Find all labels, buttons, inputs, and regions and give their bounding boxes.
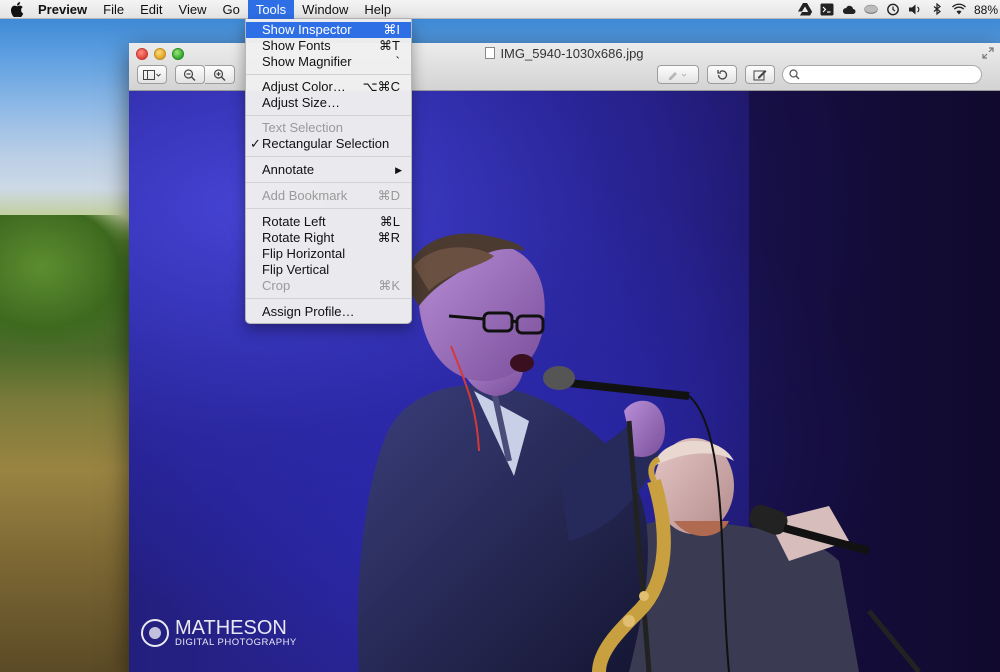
drive-disk-icon[interactable] [860, 0, 882, 19]
menu-item-label: Rotate Left [262, 214, 326, 229]
menu-item-annotate[interactable]: Annotate ▶ [246, 162, 411, 178]
menu-item-label: Text Selection [262, 120, 343, 135]
apple-menu-icon[interactable] [0, 0, 34, 19]
camera-aperture-logo-icon [141, 618, 169, 647]
time-machine-icon[interactable] [882, 0, 904, 19]
highlight-button[interactable] [657, 65, 699, 84]
menu-item-show-inspector[interactable]: Show Inspector ⌘I [246, 22, 411, 38]
search-input[interactable] [803, 67, 975, 82]
document-icon [485, 47, 496, 59]
menu-item-rectangular-selection[interactable]: ✓ Rectangular Selection [246, 136, 411, 152]
menu-separator [246, 115, 411, 116]
volume-icon[interactable] [904, 0, 926, 19]
menu-separator [246, 74, 411, 75]
google-drive-icon[interactable] [794, 0, 816, 19]
menu-window[interactable]: Window [294, 0, 356, 19]
menu-item-shortcut: ⌘L [379, 214, 400, 229]
menu-item-label: Adjust Size… [262, 95, 341, 110]
menu-item-label: Add Bookmark [262, 188, 348, 203]
menu-item-label: Assign Profile… [262, 304, 355, 319]
menu-separator [246, 156, 411, 157]
menu-item-crop: Crop ⌘K [246, 278, 411, 294]
menu-item-adjust-size[interactable]: Adjust Size… [246, 95, 411, 111]
battery-percentage[interactable]: 88% [970, 3, 1000, 17]
menu-bar: Preview File Edit View Go Tools Window H… [0, 0, 1000, 19]
menu-app-name[interactable]: Preview [34, 0, 95, 19]
window-title-text: IMG_5940-1030x686.jpg [500, 46, 644, 61]
menu-item-label: Rectangular Selection [262, 136, 390, 151]
menu-item-shortcut: ⌥⌘C [362, 79, 400, 94]
terminal-icon[interactable] [816, 0, 838, 19]
bluetooth-icon[interactable] [926, 0, 948, 19]
search-field[interactable] [782, 65, 982, 84]
menu-file[interactable]: File [95, 0, 132, 19]
menu-item-label: Show Magnifier [262, 54, 352, 69]
menu-item-shortcut: ⌘T [379, 38, 400, 53]
menu-item-flip-horizontal[interactable]: Flip Horizontal [246, 246, 411, 262]
menu-item-shortcut: ⌘R [377, 230, 400, 245]
cloud-icon[interactable] [838, 0, 860, 19]
menu-item-shortcut: ⌘K [378, 278, 400, 293]
menu-edit[interactable]: Edit [132, 0, 170, 19]
sidebar-view-button[interactable] [137, 65, 167, 84]
zoom-out-button[interactable] [175, 65, 205, 84]
watermark: MATHESON DIGITAL PHOTOGRAPHY [141, 618, 297, 648]
menu-item-label: Annotate [262, 162, 315, 177]
status-area: 88% [794, 0, 1000, 19]
tools-dropdown-menu: Show Inspector ⌘I Show Fonts ⌘T Show Mag… [245, 19, 412, 324]
watermark-name: MATHESON [175, 617, 287, 639]
menu-tools[interactable]: Tools [247, 0, 295, 19]
rotate-button[interactable] [707, 65, 737, 84]
menu-item-rotate-left[interactable]: Rotate Left ⌘L [246, 214, 411, 230]
menu-item-label: Flip Vertical [262, 262, 330, 277]
checkmark-icon: ✓ [250, 136, 261, 151]
menu-item-show-fonts[interactable]: Show Fonts ⌘T [246, 38, 411, 54]
zoom-in-button[interactable] [205, 65, 235, 84]
watermark-subtitle: DIGITAL PHOTOGRAPHY [175, 637, 297, 648]
menu-help[interactable]: Help [356, 0, 399, 19]
menu-item-label: Show Inspector [262, 22, 352, 37]
menu-item-label: Crop [262, 278, 291, 293]
menu-item-shortcut: ⌘I [383, 22, 400, 37]
wallpaper-hill [0, 215, 140, 345]
menu-separator [246, 298, 411, 299]
menu-item-shortcut: ` [395, 54, 400, 69]
submenu-arrow-icon: ▶ [395, 165, 402, 175]
menu-item-text-selection: Text Selection [246, 120, 411, 136]
menu-item-label: Flip Horizontal [262, 246, 346, 261]
menu-item-label: Adjust Color… [262, 79, 346, 94]
menu-item-assign-profile[interactable]: Assign Profile… [246, 304, 411, 320]
search-icon [789, 69, 800, 80]
menu-separator [246, 182, 411, 183]
menu-view[interactable]: View [171, 0, 215, 19]
menu-item-rotate-right[interactable]: Rotate Right ⌘R [246, 230, 411, 246]
markup-toolbar-button[interactable] [745, 65, 775, 84]
menu-go[interactable]: Go [214, 0, 247, 19]
fullscreen-icon[interactable] [982, 47, 994, 59]
wifi-icon[interactable] [948, 0, 970, 19]
menu-separator [246, 208, 411, 209]
menu-item-show-magnifier[interactable]: Show Magnifier ` [246, 54, 411, 70]
menu-item-adjust-color[interactable]: Adjust Color… ⌥⌘C [246, 79, 411, 95]
menu-item-label: Show Fonts [262, 38, 331, 53]
menu-item-shortcut: ⌘D [377, 188, 400, 203]
menu-item-flip-vertical[interactable]: Flip Vertical [246, 262, 411, 278]
menu-item-label: Rotate Right [262, 230, 335, 245]
menu-item-add-bookmark: Add Bookmark ⌘D [246, 188, 411, 204]
